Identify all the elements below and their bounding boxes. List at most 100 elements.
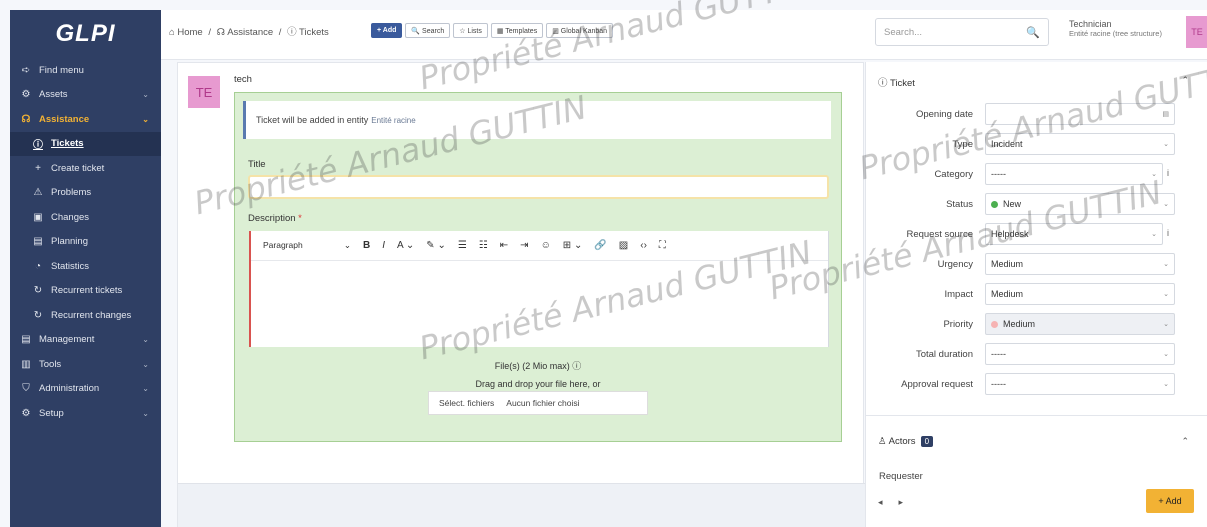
ticket-section-header[interactable]: ⓘ Ticket (878, 75, 915, 89)
glpi-logo[interactable]: GLPI (10, 10, 161, 58)
request-source-select[interactable]: Helpdesk ⌄ (985, 223, 1163, 245)
image-icon[interactable]: ▨ (619, 240, 628, 251)
global-search-input[interactable]: Search... 🔍 (875, 18, 1049, 46)
ticket-properties-panel: ⓘ Ticket ⌃ Opening date ▤ Type Incident ⌄… (865, 62, 1207, 527)
sidebar-item-label: Problems (51, 187, 92, 199)
drag-drop-text: Drag and drop your file here, or (475, 379, 601, 389)
impact-select[interactable]: Medium ⌄ (985, 283, 1175, 305)
highlight-icon[interactable]: ✎ ⌄ (426, 240, 446, 251)
field-total-duration: Total duration ----- ⌄ (866, 343, 1207, 365)
warning-icon: ⚠ (33, 187, 43, 199)
sidebar-item-create-ticket[interactable]: + Create ticket (10, 156, 161, 181)
total-duration-select[interactable]: ----- ⌄ (985, 343, 1175, 365)
user-profile[interactable]: Technician Entité racine (tree structure… (1069, 19, 1162, 39)
chevron-down-icon: ⌄ (1163, 351, 1169, 358)
breadcrumb: ⌂ Home / ☊ Assistance / ⓘ Tickets (169, 24, 332, 38)
bold-icon[interactable]: B (363, 240, 370, 251)
breadcrumb-tickets[interactable]: ⓘ Tickets (287, 27, 329, 38)
section-divider (866, 415, 1207, 416)
chevron-left-icon[interactable]: ◂ (878, 497, 883, 508)
opening-date-input[interactable]: ▤ (985, 103, 1175, 125)
sidebar-item-tools[interactable]: ▥ Tools ⌄ (10, 352, 161, 377)
field-label: Opening date (915, 109, 973, 120)
breadcrumb-home[interactable]: ⌂ Home (169, 27, 203, 38)
avatar[interactable]: TE (1186, 16, 1207, 48)
chevron-down-icon: ⌄ (1163, 261, 1169, 268)
search-placeholder: Search... (884, 26, 923, 38)
search-icon[interactable]: 🔍 (1026, 26, 1040, 39)
outdent-icon[interactable]: ⇤ (500, 240, 508, 251)
sidebar-item-problems[interactable]: ⚠ Problems (10, 181, 161, 206)
sidebar-item-label: Statistics (51, 260, 90, 272)
select-files-button[interactable]: Sélect. fichiers (439, 398, 494, 408)
clipboard-icon: ▣ (33, 211, 43, 223)
recurrent-icon: ↻ (33, 309, 43, 321)
chevron-up-icon[interactable]: ⌃ (1181, 75, 1189, 86)
bullet-list-icon[interactable]: ☰ (458, 240, 467, 251)
author-avatar: TE (188, 76, 220, 108)
calendar-icon[interactable]: ▤ (1162, 110, 1169, 118)
emoji-icon[interactable]: ☺ (541, 240, 551, 251)
field-impact: Impact Medium ⌄ (866, 283, 1207, 305)
fullscreen-icon[interactable]: ⛶ (659, 240, 666, 251)
chevron-up-icon[interactable]: ⌃ (1181, 436, 1189, 447)
sidebar-item-administration[interactable]: ⛉ Administration ⌄ (10, 377, 161, 402)
sidebar-item-label: Management (39, 334, 95, 346)
sidebar-item-management[interactable]: ▤ Management ⌄ (10, 328, 161, 353)
lists-button[interactable]: ☆ Lists (453, 23, 488, 38)
file-picker[interactable]: Sélect. fichiers Aucun fichier choisi (428, 391, 648, 415)
field-opening-date: Opening date ▤ (866, 103, 1207, 125)
approval-request-select[interactable]: ----- ⌄ (985, 373, 1175, 395)
sidebar-item-planning[interactable]: ▤ Planning (10, 230, 161, 255)
priority-select: Medium ⌄ (985, 313, 1175, 335)
field-label: Urgency (937, 259, 973, 270)
new-ticket-form: Ticket will be added in entity Entité ra… (234, 92, 842, 442)
sidebar-item-tickets[interactable]: ⓘ Tickets (10, 131, 161, 156)
field-approval-request: Approval request ----- ⌄ (866, 373, 1207, 395)
chevron-down-icon: ⌄ (1163, 291, 1169, 298)
field-label: Request source (906, 229, 973, 240)
chevron-down-icon: ⌄ (142, 114, 149, 124)
field-label: Status (946, 199, 973, 210)
add-ticket-button[interactable]: + Add (1146, 489, 1194, 513)
numbered-list-icon[interactable]: ☷ (479, 240, 488, 251)
sidebar-item-changes[interactable]: ▣ Changes (10, 205, 161, 230)
status-select[interactable]: New ⌄ (985, 193, 1175, 215)
info-icon[interactable]: i (1167, 168, 1169, 178)
type-select[interactable]: Incident ⌄ (985, 133, 1175, 155)
files-label: File(s) (2 Mio max) ⓘ (494, 361, 582, 371)
link-icon[interactable]: 🔗 (594, 240, 606, 251)
description-editor[interactable]: Paragraph ⌄ B I A ⌄ ✎ ⌄ ☰ ☷ ⇤ ⇥ ☺ ⊞ ⌄ 🔗 … (249, 231, 829, 347)
sidebar-item-label: Planning (51, 236, 88, 248)
actors-label: ♙ Actors (878, 436, 916, 447)
paragraph-select[interactable]: Paragraph ⌄ (263, 240, 351, 251)
add-button[interactable]: + Add (371, 23, 403, 38)
breadcrumb-assistance[interactable]: ☊ Assistance (217, 27, 274, 38)
sidebar-item-assets[interactable]: ⚙ Assets ⌄ (10, 83, 161, 108)
sidebar-item-setup[interactable]: ⚙ Setup ⌄ (10, 401, 161, 426)
editor-toolbar: Paragraph ⌄ B I A ⌄ ✎ ⌄ ☰ ☷ ⇤ ⇥ ☺ ⊞ ⌄ 🔗 … (251, 231, 828, 261)
author-name: tech (234, 74, 252, 85)
italic-icon[interactable]: I (382, 240, 385, 251)
actors-section-header[interactable]: ♙ Actors 0 (878, 436, 934, 447)
text-color-icon[interactable]: A ⌄ (397, 240, 414, 251)
global-kanban-button[interactable]: ▥ Global Kanban (546, 23, 614, 38)
info-icon[interactable]: i (1167, 228, 1169, 238)
sidebar-item-statistics[interactable]: ◔ Statistics (10, 254, 161, 279)
chevron-right-icon[interactable]: ▸ (899, 497, 904, 508)
no-file-chosen-text: Aucun fichier choisi (506, 398, 580, 408)
sidebar-item-recurrent-changes[interactable]: ↻ Recurrent changes (10, 303, 161, 328)
table-icon[interactable]: ⊞ ⌄ (563, 240, 583, 251)
sidebar-item-recurrent-tickets[interactable]: ↻ Recurrent tickets (10, 279, 161, 304)
sidebar-item-find-menu[interactable]: ➪ Find menu (10, 58, 161, 83)
priority-dot-icon (991, 320, 998, 328)
category-select[interactable]: ----- ⌄ (985, 163, 1163, 185)
sidebar-item-assistance[interactable]: ☊ Assistance ⌄ (10, 107, 161, 132)
templates-button[interactable]: ▦ Templates (490, 23, 544, 38)
search-button[interactable]: 🔍 Search (405, 23, 451, 38)
code-icon[interactable]: ‹› (640, 240, 647, 251)
title-input[interactable] (248, 175, 829, 199)
urgency-select[interactable]: Medium ⌄ (985, 253, 1175, 275)
indent-icon[interactable]: ⇥ (520, 240, 528, 251)
file-upload-zone[interactable]: File(s) (2 Mio max) ⓘ Drag and drop your… (235, 355, 841, 441)
